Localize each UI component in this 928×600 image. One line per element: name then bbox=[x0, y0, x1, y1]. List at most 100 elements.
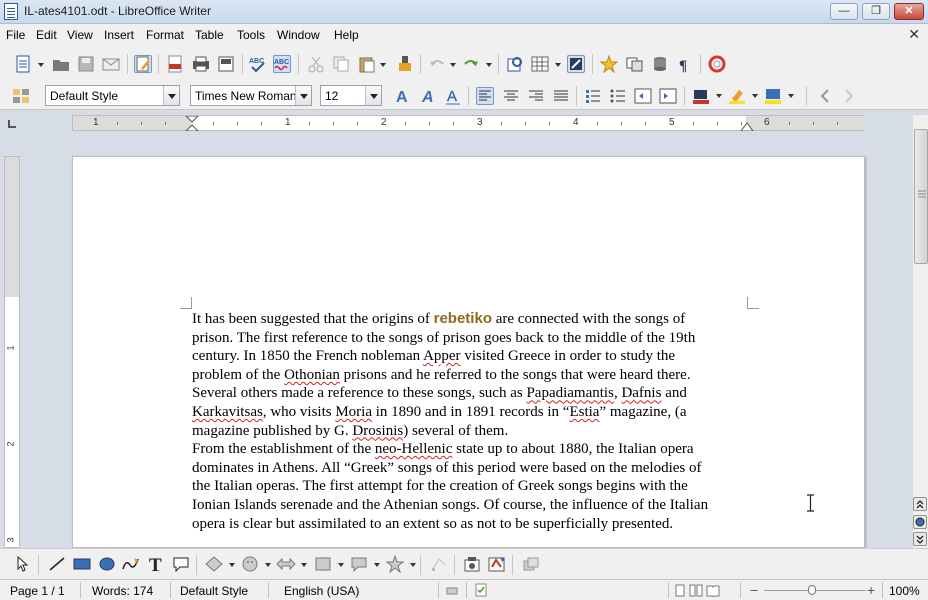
underline-icon[interactable]: A bbox=[444, 87, 462, 105]
zoom-level[interactable]: 100% bbox=[889, 584, 920, 598]
document-line[interactable]: dominates in Athens. All “Greek” songs o… bbox=[192, 459, 752, 478]
background-color-icon[interactable] bbox=[764, 87, 782, 105]
menu-table[interactable]: Table bbox=[195, 28, 224, 42]
undo-icon[interactable] bbox=[428, 55, 446, 73]
navigator-icon[interactable] bbox=[599, 54, 619, 74]
font-size-select[interactable]: 12 bbox=[320, 85, 382, 106]
table-dropdown-icon[interactable] bbox=[555, 63, 561, 67]
help-lifebuoy-icon[interactable] bbox=[708, 55, 726, 73]
callouts-dropdown-icon[interactable] bbox=[374, 563, 380, 567]
misspelled-word[interactable]: neo-Hellenic bbox=[375, 441, 452, 457]
clone-formatting-icon[interactable] bbox=[396, 55, 414, 73]
previous-page-icon[interactable] bbox=[913, 497, 927, 511]
text-tool-icon[interactable]: T bbox=[147, 554, 165, 574]
font-name-select[interactable]: Times New Roman bbox=[190, 85, 312, 106]
justify-icon[interactable] bbox=[552, 87, 570, 105]
document-line[interactable]: Ionian Islands serenade and the Athenian… bbox=[192, 496, 752, 515]
toolbar-prev-icon[interactable] bbox=[816, 87, 834, 105]
horizontal-ruler[interactable]: 1 1 2 3 4 5 6 bbox=[72, 115, 864, 131]
menu-format[interactable]: Format bbox=[146, 28, 184, 42]
next-page-icon[interactable] bbox=[913, 532, 927, 546]
italic-icon[interactable]: A bbox=[419, 87, 437, 106]
misspelled-word[interactable]: Karkavitsas bbox=[192, 404, 263, 420]
redo-icon[interactable] bbox=[462, 55, 480, 73]
font-color-dropdown-icon[interactable] bbox=[716, 94, 722, 98]
symbol-shapes-dropdown-icon[interactable] bbox=[265, 563, 271, 567]
text-language[interactable]: English (USA) bbox=[284, 584, 359, 598]
close-window-button[interactable]: ✕ bbox=[894, 3, 924, 20]
document-line[interactable]: prison. The first reference to the songs… bbox=[192, 329, 752, 348]
styles-formatting-icon[interactable] bbox=[12, 87, 30, 105]
misspelled-word[interactable]: Dafnis bbox=[621, 385, 661, 401]
ellipse-tool-icon[interactable] bbox=[98, 556, 116, 572]
symbol-shapes-icon[interactable] bbox=[241, 556, 259, 572]
insert-mode-icon[interactable] bbox=[446, 585, 458, 597]
show-draw-functions-icon[interactable] bbox=[567, 55, 585, 73]
indent-marker-icon[interactable] bbox=[185, 116, 199, 131]
document-line[interactable]: the Italian operas. The first attempt fo… bbox=[192, 477, 752, 496]
chevron-down-icon[interactable] bbox=[295, 86, 311, 105]
basic-shapes-icon[interactable] bbox=[205, 556, 223, 572]
scrollbar-thumb[interactable] bbox=[914, 129, 928, 264]
copy-icon[interactable] bbox=[332, 55, 350, 73]
word-count[interactable]: Words: 174 bbox=[92, 584, 153, 598]
document-line[interactable]: Several others made a reference to these… bbox=[192, 384, 752, 403]
menu-window[interactable]: Window bbox=[277, 28, 320, 42]
redo-dropdown-icon[interactable] bbox=[486, 63, 492, 67]
menu-edit[interactable]: Edit bbox=[36, 28, 57, 42]
tab-stop-type-icon[interactable] bbox=[8, 120, 16, 128]
flowchart-icon[interactable] bbox=[314, 556, 332, 572]
flowchart-dropdown-icon[interactable] bbox=[338, 563, 344, 567]
document-line[interactable]: It has been suggested that the origins o… bbox=[192, 310, 752, 329]
highlighting-dropdown-icon[interactable] bbox=[752, 94, 758, 98]
autospellcheck-icon[interactable]: ABC bbox=[273, 55, 291, 73]
new-dropdown-icon[interactable] bbox=[38, 63, 44, 67]
vertical-scrollbar[interactable] bbox=[912, 115, 928, 548]
insert-table-icon[interactable] bbox=[531, 55, 549, 73]
insert-image-icon[interactable] bbox=[463, 555, 481, 573]
numbering-icon[interactable] bbox=[584, 87, 602, 105]
document-line[interactable]: Karkavitsas, who visits Moria in 1890 an… bbox=[192, 403, 752, 422]
bold-icon[interactable]: A bbox=[394, 87, 412, 106]
misspelled-word[interactable]: Apper bbox=[423, 348, 461, 364]
spelling-icon[interactable]: ABC bbox=[249, 55, 267, 73]
page-count[interactable]: Page 1 / 1 bbox=[10, 584, 65, 598]
zoom-in-icon[interactable]: + bbox=[867, 582, 875, 598]
misspelled-word[interactable]: Moria bbox=[335, 404, 372, 420]
stars-dropdown-icon[interactable] bbox=[410, 563, 416, 567]
bullets-icon[interactable] bbox=[609, 87, 627, 105]
menu-view[interactable]: View bbox=[67, 28, 93, 42]
rectangle-tool-icon[interactable] bbox=[73, 556, 91, 572]
font-color-icon[interactable] bbox=[692, 87, 710, 105]
background-color-dropdown-icon[interactable] bbox=[788, 94, 794, 98]
callout-tool-icon[interactable] bbox=[172, 556, 190, 572]
undo-dropdown-icon[interactable] bbox=[450, 63, 456, 67]
find-replace-icon[interactable] bbox=[506, 55, 524, 73]
menu-tools[interactable]: Tools bbox=[237, 28, 265, 42]
block-arrows-dropdown-icon[interactable] bbox=[301, 563, 307, 567]
callouts-icon[interactable] bbox=[350, 556, 368, 572]
document-saved-icon[interactable] bbox=[474, 583, 488, 597]
align-center-icon[interactable] bbox=[502, 87, 520, 105]
edit-mode-icon[interactable] bbox=[134, 55, 152, 73]
save-icon[interactable] bbox=[77, 55, 95, 73]
menu-help[interactable]: Help bbox=[334, 28, 359, 42]
highlighted-word[interactable]: rebetiko bbox=[434, 310, 492, 327]
paste-icon[interactable] bbox=[358, 55, 376, 73]
maximize-button[interactable]: ❐ bbox=[862, 3, 890, 20]
data-sources-icon[interactable] bbox=[651, 55, 669, 73]
toolbar-next-icon[interactable] bbox=[840, 87, 858, 105]
gallery-icon[interactable] bbox=[626, 55, 644, 73]
multi-page-view-icon[interactable] bbox=[689, 584, 703, 597]
zoom-out-icon[interactable]: − bbox=[750, 582, 758, 598]
single-page-view-icon[interactable] bbox=[674, 584, 686, 597]
paste-dropdown-icon[interactable] bbox=[380, 63, 386, 67]
print-icon[interactable] bbox=[192, 55, 210, 73]
print-preview-icon[interactable] bbox=[217, 55, 235, 73]
zoom-slider-handle[interactable] bbox=[808, 585, 816, 595]
right-indent-marker-icon[interactable] bbox=[740, 122, 754, 131]
increase-indent-icon[interactable] bbox=[659, 87, 677, 105]
highlighting-icon[interactable] bbox=[728, 87, 746, 105]
misspelled-word[interactable]: Estia bbox=[569, 404, 599, 420]
document-text[interactable]: It has been suggested that the origins o… bbox=[192, 310, 752, 533]
